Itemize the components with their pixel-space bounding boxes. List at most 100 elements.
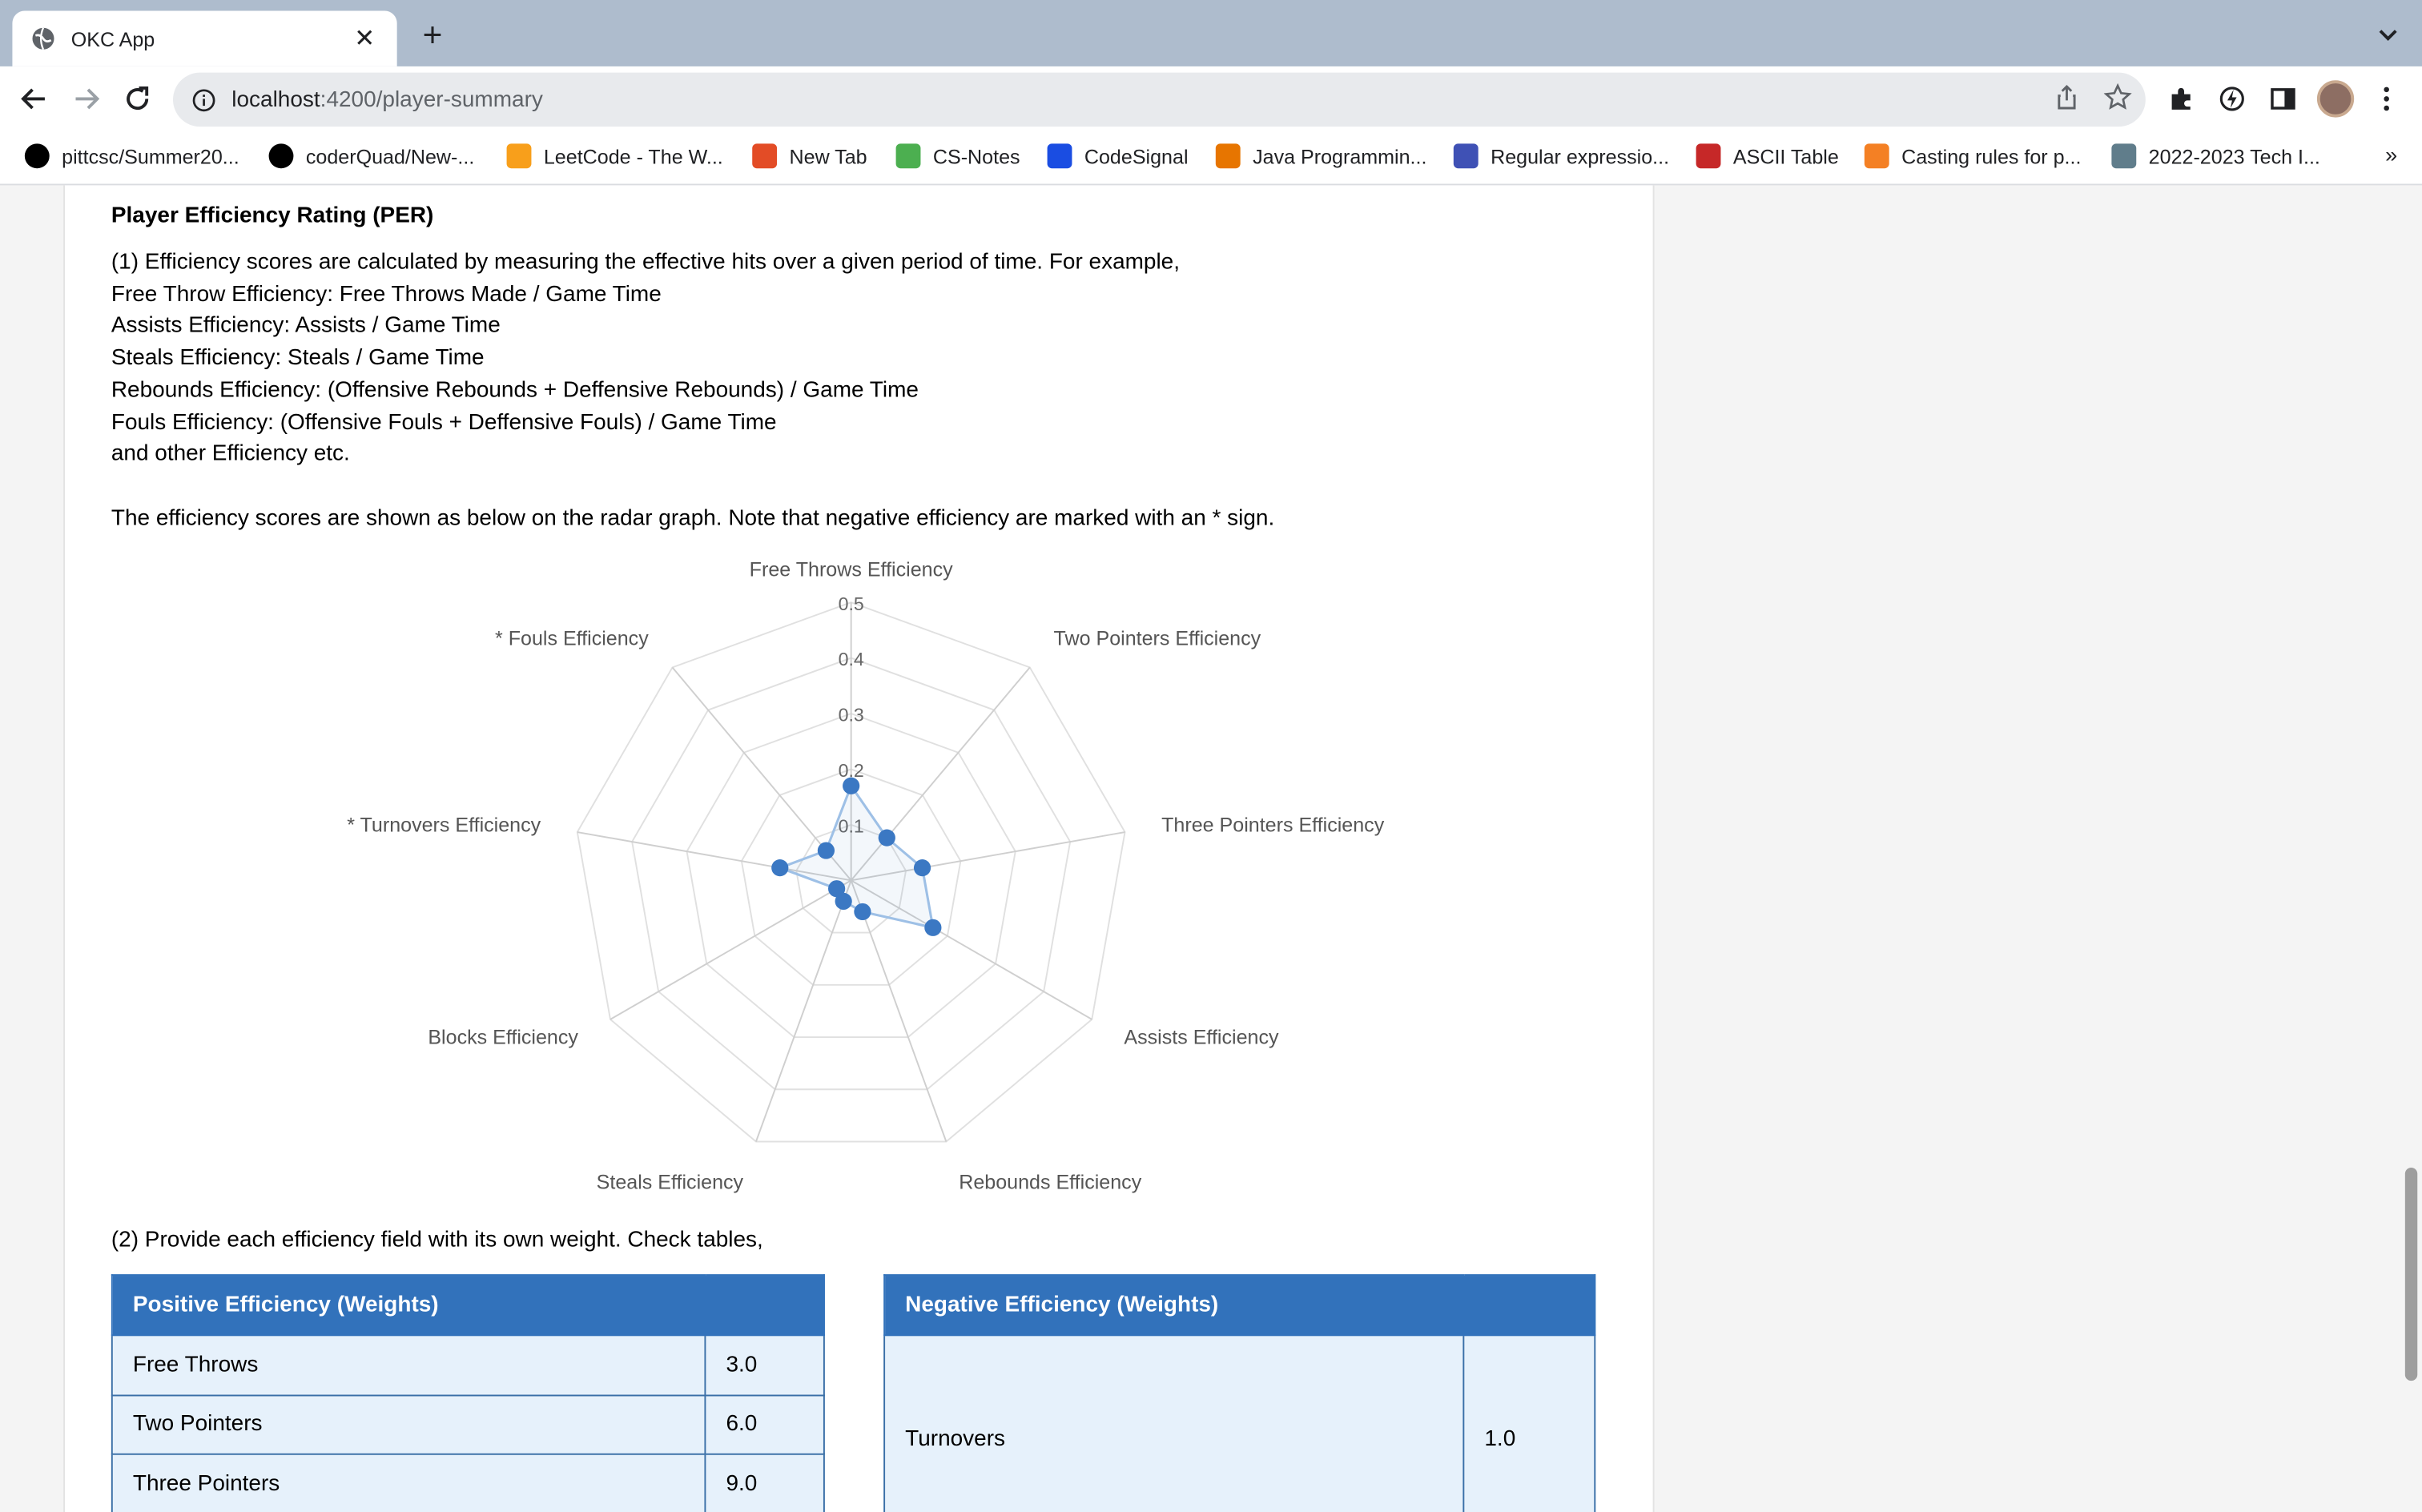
ascii-icon bbox=[1696, 143, 1721, 169]
bookmark-item[interactable]: Casting rules for p... bbox=[1864, 143, 2082, 169]
radar-axis-label: Rebounds Efficiency bbox=[959, 1171, 1141, 1193]
radar-note: The efficiency scores are shown as below… bbox=[111, 506, 1275, 532]
description-line: Free Throw Efficiency: Free Throws Made … bbox=[111, 282, 662, 308]
arrow-right-icon bbox=[75, 88, 100, 110]
address-bar[interactable]: localhost:4200/player-summary bbox=[173, 72, 2146, 127]
tab-title: OKC App bbox=[70, 26, 155, 50]
table-row: Two Pointers 6.0 bbox=[111, 1393, 825, 1455]
profile-avatar[interactable] bbox=[2316, 80, 2355, 118]
negative-weights-table: Negative Efficiency (Weights) Turnovers … bbox=[883, 1274, 1596, 1512]
efficiency-description: (1) Efficiency scores are calculated by … bbox=[111, 247, 1180, 471]
bookmark-label: New Tab bbox=[789, 144, 867, 168]
description-line: (1) Efficiency scores are calculated by … bbox=[111, 250, 1181, 275]
codesignal-icon bbox=[1047, 143, 1072, 169]
newtab-icon bbox=[752, 143, 778, 169]
description-line: Rebounds Efficiency: (Offensive Rebounds… bbox=[111, 378, 919, 404]
bookmarks-overflow-button[interactable]: » bbox=[2385, 142, 2397, 167]
bookmark-label: pittcsc/Summer20... bbox=[62, 144, 239, 168]
weights-intro: (2) Provide each efficiency field with i… bbox=[111, 1228, 763, 1253]
weight-name: Turnovers bbox=[883, 1334, 1465, 1512]
side-panel-icon[interactable] bbox=[2267, 83, 2299, 115]
positive-weights-table: Positive Efficiency (Weights) Free Throw… bbox=[111, 1274, 825, 1512]
radar-axis-line bbox=[755, 879, 852, 1142]
radar-axis-line bbox=[610, 879, 852, 1020]
bookmark-item[interactable]: LeetCode - The W... bbox=[506, 143, 723, 169]
bookmark-item[interactable]: CS-Notes bbox=[895, 143, 1020, 169]
radar-data-point bbox=[771, 859, 789, 877]
bookmarks-bar: pittcsc/Summer20... coderQuad/New-... Leet… bbox=[0, 131, 2422, 186]
close-tab-icon[interactable]: ✕ bbox=[351, 23, 379, 54]
radar-data-point bbox=[843, 777, 860, 794]
description-line: and other Efficiency etc. bbox=[111, 442, 350, 467]
bookmark-item[interactable]: New Tab bbox=[752, 143, 867, 169]
bookmark-item[interactable]: Regular expressio... bbox=[1453, 143, 1670, 169]
arrow-left-icon bbox=[21, 88, 45, 110]
radar-axis-label: Assists Efficiency bbox=[1124, 1027, 1279, 1049]
url-path: :4200/player-summary bbox=[320, 86, 543, 112]
weight-name: Three Pointers bbox=[111, 1453, 706, 1512]
kebab-menu-icon[interactable] bbox=[2371, 83, 2402, 115]
bookmark-label: CS-Notes bbox=[932, 144, 1020, 168]
reload-icon bbox=[127, 86, 149, 110]
bookmark-item[interactable]: CodeSignal bbox=[1047, 143, 1189, 169]
tab-okc-app[interactable]: OKC App ✕ bbox=[12, 10, 397, 66]
leetcode-icon bbox=[506, 143, 532, 169]
weight-name: Two Pointers bbox=[111, 1393, 706, 1455]
chevron-down-icon[interactable] bbox=[2376, 22, 2400, 46]
info-icon[interactable] bbox=[191, 87, 216, 112]
regex-icon bbox=[1453, 143, 1479, 169]
radar-axis-label: Three Pointers Efficiency bbox=[1161, 814, 1385, 837]
browser-window: OKC App ✕ + localhost:4200/player-summar… bbox=[0, 0, 2422, 1512]
page-scrollbar[interactable] bbox=[2400, 185, 2422, 1512]
radar-tick-label: 0.4 bbox=[839, 649, 864, 670]
reload-button[interactable] bbox=[120, 82, 154, 115]
radar-axis-label: Steals Efficiency bbox=[597, 1171, 744, 1193]
new-tab-button[interactable]: + bbox=[414, 18, 451, 55]
tab-strip: OKC App ✕ + bbox=[0, 0, 2422, 66]
forward-button[interactable] bbox=[70, 82, 103, 115]
radar-chart: 0.10.20.30.40.5Free Throws EfficiencyTwo… bbox=[347, 558, 1385, 1193]
bolt-extension-icon[interactable] bbox=[2217, 83, 2248, 115]
bookmark-label: Java Programmin... bbox=[1253, 144, 1427, 168]
bookmark-label: coderQuad/New-... bbox=[305, 144, 475, 168]
radar-axis-label: * Fouls Efficiency bbox=[495, 628, 649, 650]
radar-tick-label: 0.3 bbox=[839, 705, 864, 726]
browser-toolbar: localhost:4200/player-summary bbox=[0, 66, 2422, 131]
scrollbar-thumb[interactable] bbox=[2404, 1168, 2418, 1381]
bookmark-item[interactable]: 2022-2023 Tech I... bbox=[2111, 143, 2320, 169]
bookmark-label: 2022-2023 Tech I... bbox=[2148, 144, 2320, 168]
back-button[interactable] bbox=[17, 82, 50, 115]
star-icon[interactable] bbox=[2102, 82, 2134, 113]
radar-data-point bbox=[828, 880, 846, 898]
bookmark-item[interactable]: pittcsc/Summer20... bbox=[24, 143, 239, 169]
radar-data-point bbox=[878, 829, 895, 846]
weight-value: 1.0 bbox=[1462, 1334, 1596, 1512]
bookmark-item[interactable]: coderQuad/New-... bbox=[268, 143, 475, 169]
table-row: Turnovers 1.0 bbox=[883, 1334, 1596, 1512]
stackoverflow-icon bbox=[1864, 143, 1889, 169]
bookmark-item[interactable]: ASCII Table bbox=[1696, 143, 1839, 169]
radar-axis-label: * Turnovers Efficiency bbox=[347, 814, 541, 837]
github-icon bbox=[24, 143, 50, 169]
positive-table-header: Positive Efficiency (Weights) bbox=[111, 1274, 825, 1337]
bookmark-label: Regular expressio... bbox=[1491, 144, 1670, 168]
radar-axis-label: Two Pointers Efficiency bbox=[1054, 628, 1261, 650]
radar-tick-label: 0.5 bbox=[839, 593, 864, 614]
share-icon[interactable] bbox=[2051, 82, 2082, 113]
weight-value: 6.0 bbox=[704, 1393, 825, 1455]
bookmark-item[interactable]: Java Programmin... bbox=[1215, 143, 1427, 169]
page-viewport: Player Efficiency Rating (PER) (1) Effic… bbox=[0, 185, 2422, 1512]
extensions-icon[interactable] bbox=[2166, 83, 2197, 115]
bookmark-label: Casting rules for p... bbox=[1901, 144, 2082, 168]
section-title: Player Efficiency Rating (PER) bbox=[111, 203, 434, 229]
table-row: Free Throws 3.0 bbox=[111, 1334, 825, 1396]
description-line: Fouls Efficiency: (Offensive Fouls + Def… bbox=[111, 410, 777, 435]
radar-data-point bbox=[924, 919, 942, 936]
negative-table-header: Negative Efficiency (Weights) bbox=[883, 1274, 1596, 1337]
bookmark-label: ASCII Table bbox=[1732, 144, 1839, 168]
weight-name: Free Throws bbox=[111, 1334, 706, 1396]
table-row: Three Pointers 9.0 bbox=[111, 1453, 825, 1512]
bookmark-label: LeetCode - The W... bbox=[543, 144, 723, 168]
sheet-icon bbox=[2111, 143, 2137, 169]
bookmark-label: CodeSignal bbox=[1084, 144, 1189, 168]
